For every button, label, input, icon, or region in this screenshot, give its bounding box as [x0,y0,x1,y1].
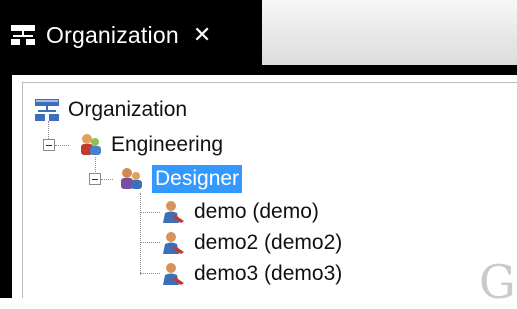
tree-connector [140,193,141,275]
panel-frame-top [12,65,517,75]
tree-item-engineering[interactable]: Engineering [77,130,223,160]
tree-border-top [22,82,517,83]
tree-connector [140,273,160,274]
tree-item-label: Engineering [111,133,224,156]
organization-icon [35,99,59,121]
tree-item-label: Designer [152,165,243,193]
tree-item-user[interactable]: demo (demo) [160,197,319,227]
tree-item-label: demo2 (demo2) [194,231,343,254]
tree-item-label: demo3 (demo3) [194,262,343,285]
organization-icon [11,25,35,45]
tree-connector [101,179,113,180]
tree-item-user[interactable]: demo2 (demo2) [160,228,342,258]
tree-item-user[interactable]: demo3 (demo3) [160,259,342,289]
user-icon [163,232,184,254]
tab-organization[interactable]: Organization ✕ [0,5,250,65]
collapse-engineering-toggle[interactable] [43,139,55,151]
watermark-logo: G [479,255,516,309]
user-icon [163,263,184,285]
tab-bar-empty-area [262,0,517,65]
user-icon [163,201,184,223]
role-icon [121,168,142,189]
collapse-designer-toggle[interactable] [89,173,101,185]
panel-frame-left [0,65,12,298]
tree-item-designer[interactable]: Designer [118,164,243,194]
tree-connector [55,145,69,146]
tree-item-organization[interactable]: Organization [34,95,187,125]
tree-border-left [22,82,23,298]
tree-item-label: demo (demo) [194,200,319,223]
tree-item-label: Organization [68,98,188,121]
tree-connector [140,242,160,243]
tab-title: Organization [46,21,179,48]
tree-connector [140,212,160,213]
group-icon [81,134,101,155]
close-icon[interactable]: ✕ [193,23,211,48]
